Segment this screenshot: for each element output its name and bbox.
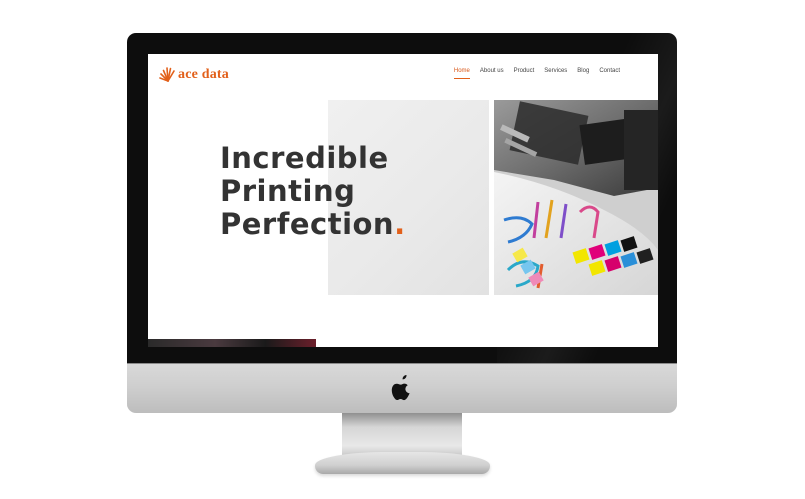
nav-item-product[interactable]: Product [514,68,535,77]
monitor-stand-base [315,452,490,474]
logo-text: ace data [178,67,229,82]
nav-item-about-us[interactable]: About us [480,68,504,77]
printer-illustration [494,100,658,295]
site-logo[interactable]: ace data [159,62,229,82]
nav-item-home[interactable]: Home [453,68,470,79]
imac-mockup: ace data Home About us Product Services … [0,0,805,499]
site-header: ace data Home About us Product Services … [148,54,658,94]
nav-item-services[interactable]: Services [544,68,567,77]
hero-accent-dot: . [394,207,406,241]
hero-line-1: Incredible [220,141,389,175]
nav-item-blog[interactable]: Blog [577,68,589,77]
monitor-screen: ace data Home About us Product Services … [148,54,658,347]
hero-line-3: Perfection. [220,208,406,241]
hero-line-3-text: Perfection [220,207,395,241]
section-preview-strip [148,339,316,347]
apple-icon [391,375,410,401]
nav-item-contact[interactable]: Contact [599,68,620,77]
hero-heading: Incredible Printing Perfection. [220,142,406,241]
printer-hero-image [494,100,658,295]
hero-line-2: Printing [220,174,356,208]
main-nav: Home About us Product Services Blog Cont… [453,68,620,79]
sunburst-icon [159,67,175,82]
